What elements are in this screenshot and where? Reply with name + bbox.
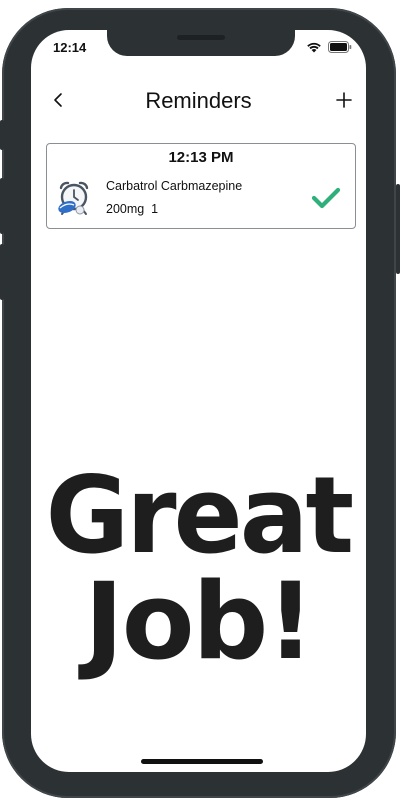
phone-side-button-mute [0,120,4,150]
plus-icon[interactable] [334,90,354,110]
medication-dose: 200mg 1 [106,202,159,216]
page-title: Reminders [145,88,252,113]
home-indicator[interactable] [141,759,263,764]
phone-side-button-power [396,184,400,274]
phone-side-button-volume-down [0,244,4,300]
alarm-clock-pill-icon [58,181,89,215]
reminder-card[interactable]: 12:13 PM Carbatrol Carbmazepine 200mg 1 [46,143,356,229]
notch [107,30,295,56]
reminder-time: 12:13 PM [168,149,234,166]
status-time: 12:14 [53,40,87,55]
app-screen: 12:14 Reminders 12:13 PM Carbatrol Carbm… [31,30,366,772]
phone-side-button-volume-up [0,178,4,234]
battery-icon [328,41,352,53]
checkmark-icon[interactable] [311,186,341,210]
medication-name: Carbatrol Carbmazepine [106,179,243,193]
great-job-line2: Job! [84,560,314,683]
status-icons [306,41,352,53]
wifi-icon [307,42,321,53]
speaker [177,35,225,40]
great-job-line1: Great [45,454,355,577]
